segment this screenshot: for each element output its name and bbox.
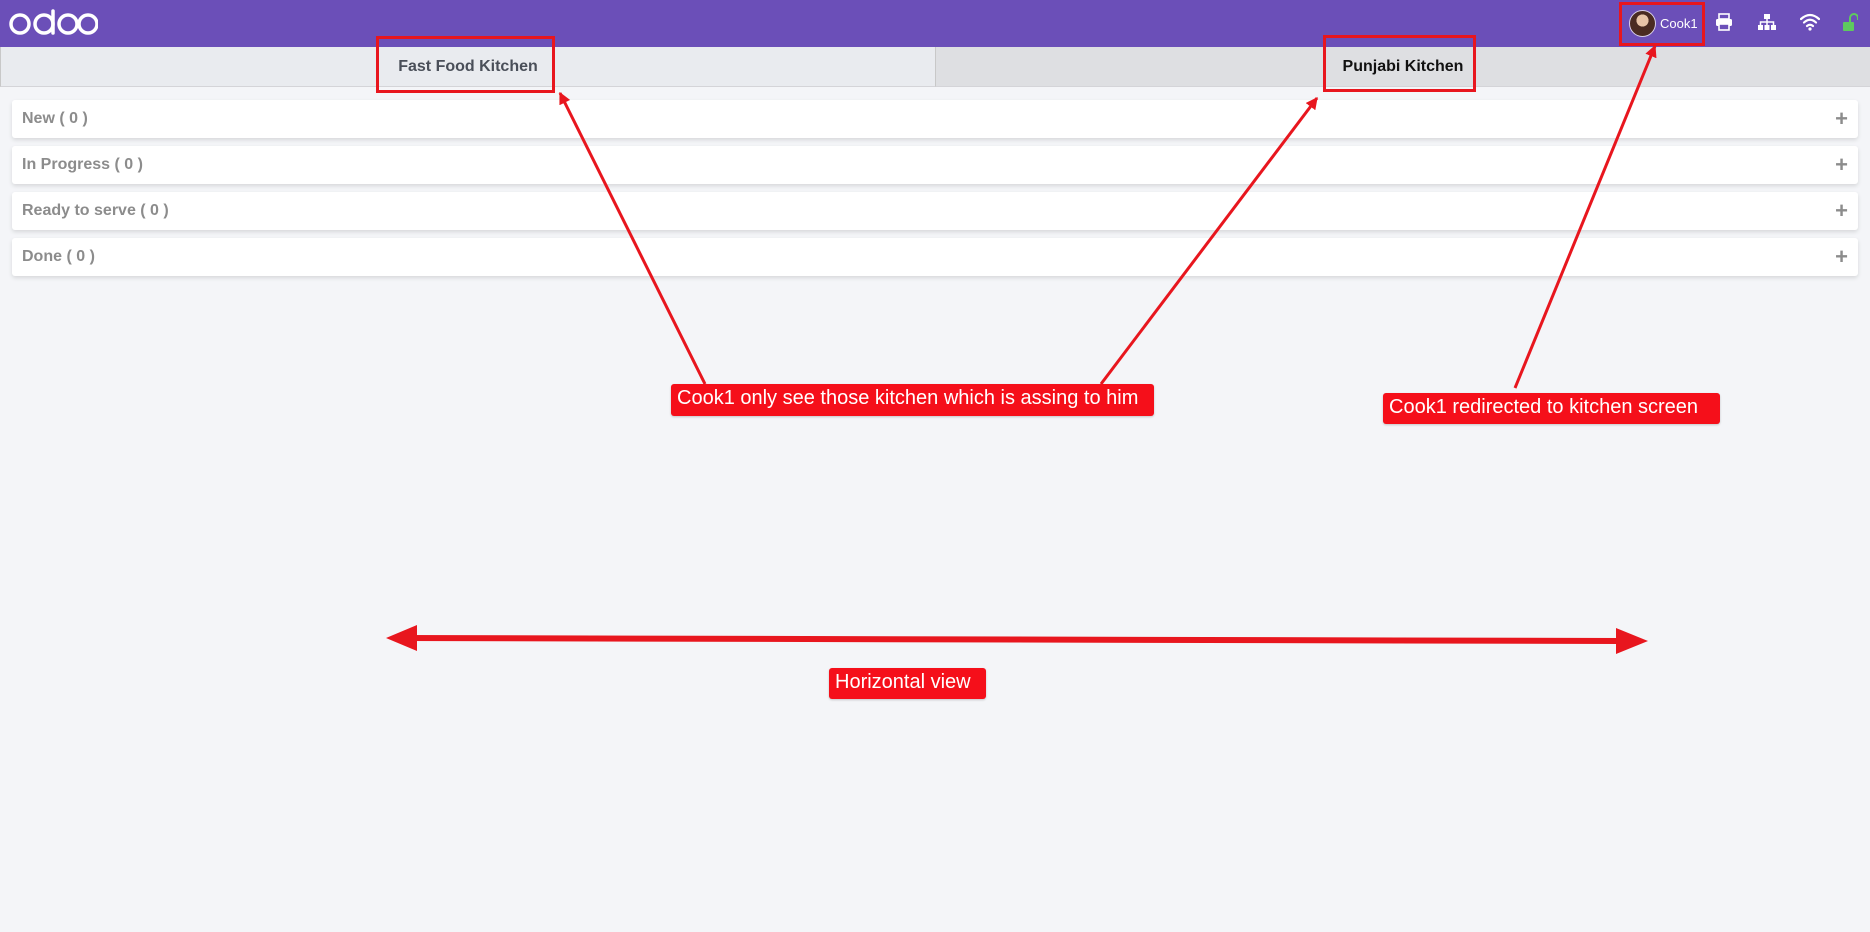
annotation-redirect-note: Cook1 redirected to kitchen screen xyxy=(1383,393,1720,424)
network-icon[interactable] xyxy=(1758,13,1776,36)
stage-row-new[interactable]: New ( 0 ) + xyxy=(12,100,1858,138)
stage-row-ready-to-serve[interactable]: Ready to serve ( 0 ) + xyxy=(12,192,1858,230)
kitchen-tabs: Fast Food Kitchen Punjabi Kitchen xyxy=(0,47,1870,87)
highlight-fast-food-tab xyxy=(376,36,555,93)
highlight-punjabi-tab xyxy=(1323,35,1476,92)
stage-label: In Progress ( 0 ) xyxy=(22,156,143,173)
expand-plus-icon[interactable]: + xyxy=(1835,200,1848,222)
stage-row-in-progress[interactable]: In Progress ( 0 ) + xyxy=(12,146,1858,184)
stage-row-done[interactable]: Done ( 0 ) + xyxy=(12,238,1858,276)
expand-plus-icon[interactable]: + xyxy=(1835,246,1848,268)
horizontal-arrow-right-head xyxy=(1616,628,1648,654)
annotation-kitchens-note: Cook1 only see those kitchen which is as… xyxy=(671,384,1154,416)
stage-label: Ready to serve ( 0 ) xyxy=(22,202,169,219)
unlock-icon[interactable] xyxy=(1842,13,1859,38)
stage-label: New ( 0 ) xyxy=(22,110,88,127)
horizontal-arrow-left-head xyxy=(386,625,417,651)
annotation-horizontal-note: Horizontal view xyxy=(829,668,986,699)
expand-plus-icon[interactable]: + xyxy=(1835,108,1848,130)
top-navbar: Cook1 xyxy=(0,0,1870,47)
expand-plus-icon[interactable]: + xyxy=(1835,154,1848,176)
stage-label: Done ( 0 ) xyxy=(22,248,95,265)
horizontal-arrow xyxy=(399,635,1621,644)
highlight-user-menu xyxy=(1619,2,1705,46)
printer-icon[interactable] xyxy=(1715,13,1733,36)
wifi-icon[interactable] xyxy=(1799,13,1821,36)
odoo-logo[interactable] xyxy=(8,8,99,43)
annotation-arrows xyxy=(386,44,1657,654)
